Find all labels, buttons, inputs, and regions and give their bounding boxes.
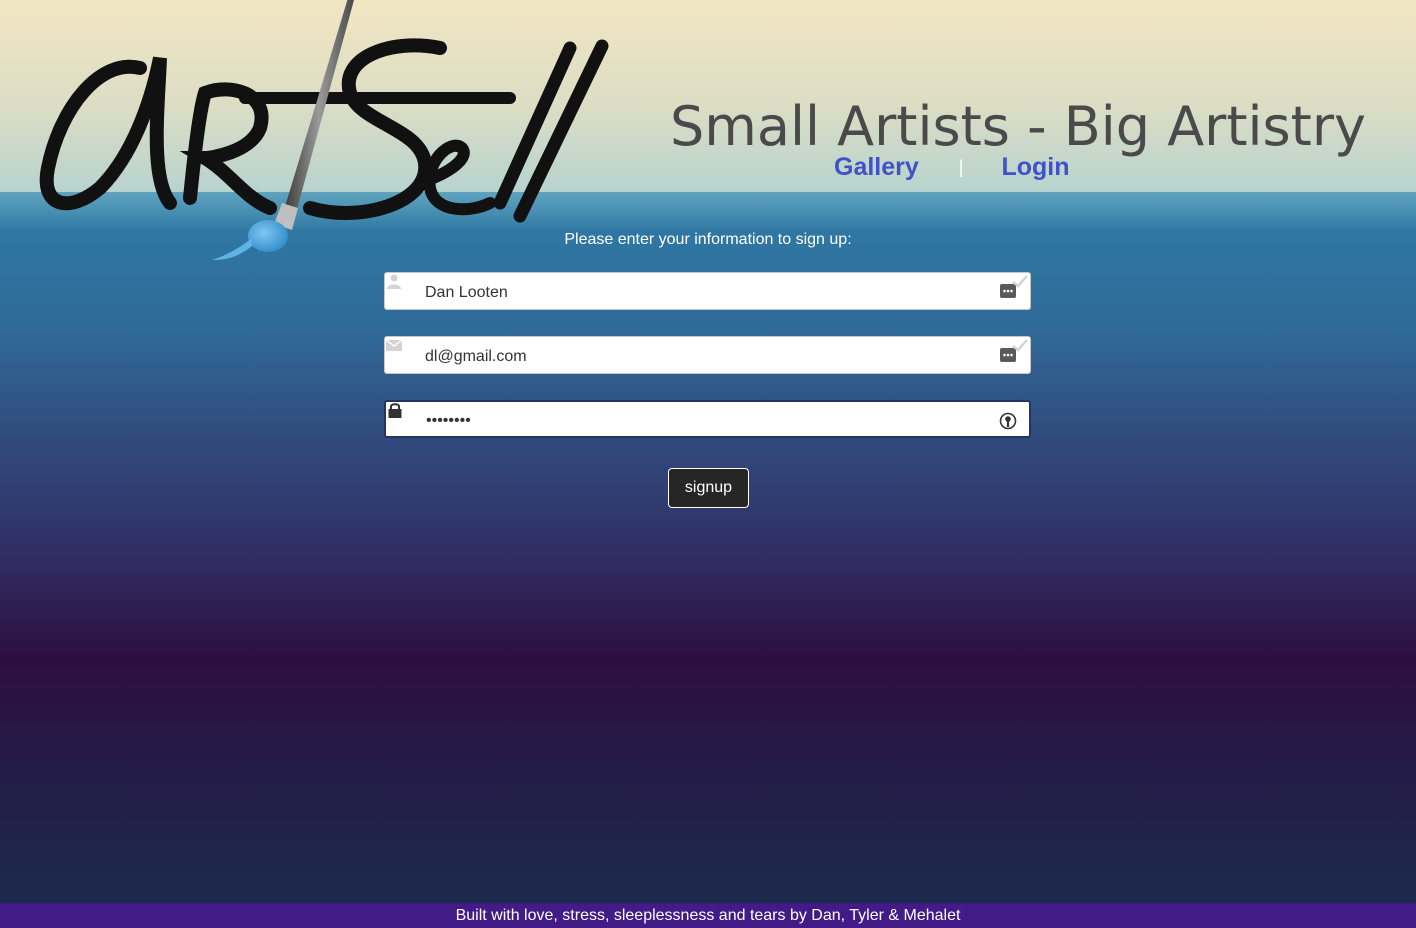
footer: Built with love, stress, sleeplessness a…	[0, 903, 1416, 928]
password-key-icon[interactable]	[999, 412, 1017, 430]
signup-instructions: Please enter your information to sign up…	[564, 231, 852, 248]
checkmark-icon	[1012, 275, 1028, 288]
password-input[interactable]	[426, 402, 986, 436]
password-field[interactable]	[384, 400, 1031, 438]
nav-separator: |	[958, 156, 964, 177]
email-input[interactable]	[425, 337, 985, 373]
checkmark-icon	[1012, 339, 1028, 352]
footer-credits: Built with love, stress, sleeplessness a…	[455, 907, 961, 924]
page: Small Artists - Big Artistry Gallery | L…	[0, 0, 1416, 928]
signup-button[interactable]: signup	[668, 468, 749, 508]
main-nav: Gallery | Login	[834, 150, 1070, 184]
email-field[interactable]	[384, 336, 1031, 374]
nav-login-link[interactable]: Login	[1001, 153, 1069, 182]
page-tagline: Small Artists - Big Artistry	[670, 95, 1366, 158]
lock-icon	[388, 403, 402, 418]
nav-gallery-link[interactable]: Gallery	[834, 153, 919, 182]
artsell-logo[interactable]	[30, 0, 630, 268]
envelope-icon	[386, 339, 402, 351]
user-icon	[387, 274, 401, 289]
name-field[interactable]	[384, 272, 1031, 310]
name-input[interactable]	[425, 273, 985, 309]
